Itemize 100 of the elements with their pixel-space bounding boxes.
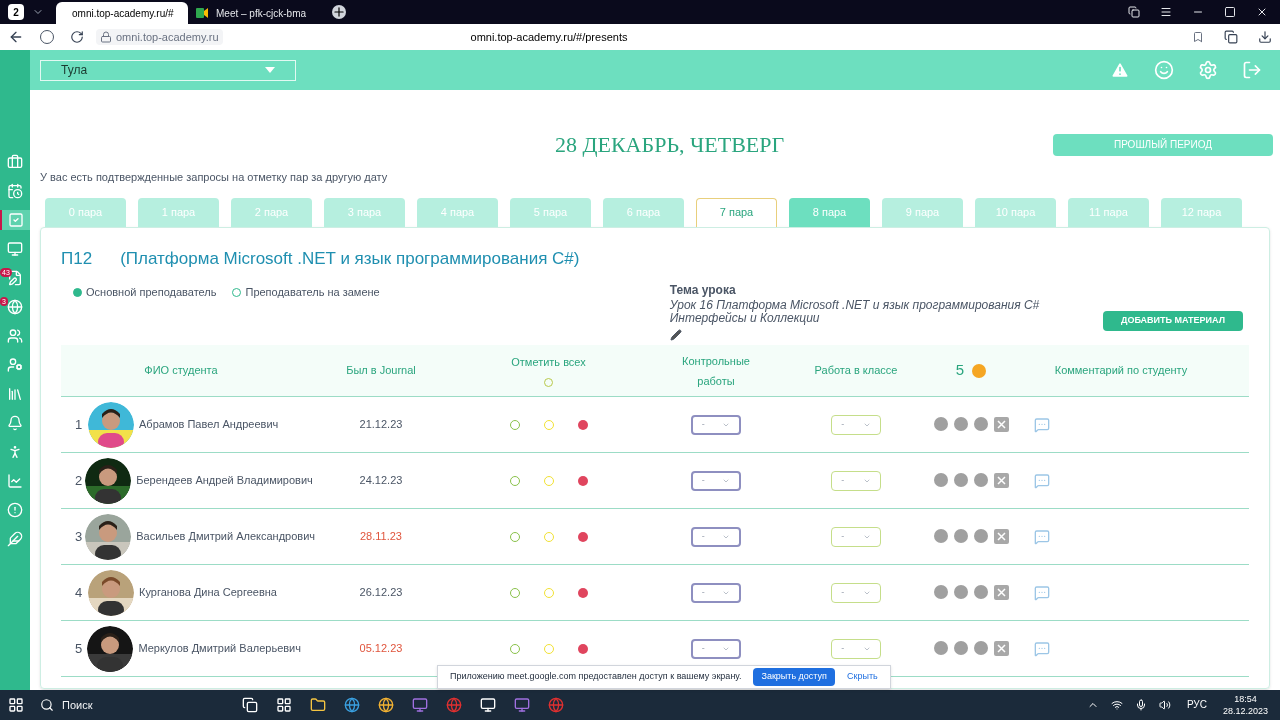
browser-tab[interactable]: omni.top-academy.ru/# xyxy=(56,2,188,24)
test-grade-select[interactable]: - xyxy=(691,414,741,435)
reload-icon[interactable] xyxy=(70,30,84,44)
app-icon[interactable] xyxy=(480,697,497,713)
column-header: Был в Journal xyxy=(345,363,417,379)
browser-icon[interactable] xyxy=(344,697,361,713)
subject-title: (Платформа Microsoft .NET и язык программирования C#) xyxy=(120,247,580,270)
clear-icon[interactable] xyxy=(993,417,1009,432)
smile-icon[interactable] xyxy=(1154,60,1174,80)
absent-radio[interactable] xyxy=(577,419,588,430)
test-grade-select[interactable]: - xyxy=(691,638,741,659)
clear-icon[interactable] xyxy=(993,473,1009,488)
city-select[interactable]: Тула xyxy=(40,59,296,81)
teacher-radio[interactable]: Преподаватель на замене xyxy=(232,284,380,301)
language-indicator[interactable]: РУС xyxy=(1182,698,1211,712)
books-icon xyxy=(7,386,23,402)
download-icon[interactable] xyxy=(1258,30,1272,44)
comment-icon[interactable] xyxy=(1034,472,1050,489)
logout-icon[interactable] xyxy=(1242,60,1262,80)
menu-icon[interactable] xyxy=(1160,6,1172,18)
comment-icon[interactable] xyxy=(1034,640,1050,657)
tabs-icon[interactable] xyxy=(1128,6,1140,18)
browser-icon[interactable] xyxy=(378,697,395,713)
coin-icon[interactable] xyxy=(933,417,948,431)
coin-icon[interactable] xyxy=(973,473,988,487)
network-icon[interactable] xyxy=(1110,699,1123,711)
address-host[interactable]: omni.top-academy.ru xyxy=(96,28,223,46)
coin-icon[interactable] xyxy=(953,473,968,487)
absent-radio[interactable] xyxy=(577,587,588,598)
restore-icon[interactable] xyxy=(1224,6,1236,18)
classwork-grade-select[interactable]: - xyxy=(831,582,881,603)
windows-icon[interactable] xyxy=(8,697,24,713)
folder-icon[interactable] xyxy=(310,697,327,713)
bookmark-icon[interactable] xyxy=(1192,31,1204,43)
microphone-icon[interactable] xyxy=(1134,699,1147,711)
comment-icon[interactable] xyxy=(1034,528,1050,545)
test-grade-select[interactable]: - xyxy=(691,470,741,491)
coin-icon[interactable] xyxy=(953,417,968,431)
absent-radio[interactable] xyxy=(577,475,588,486)
teacher-radio[interactable]: Основной преподаватель xyxy=(73,284,217,301)
coin-icon[interactable] xyxy=(973,529,988,543)
row-number: 4 xyxy=(75,583,84,602)
edit-icon[interactable] xyxy=(669,329,682,341)
coin-icon[interactable] xyxy=(953,641,968,655)
test-grade-select[interactable]: - xyxy=(691,526,741,547)
column-header: 5 xyxy=(955,360,965,381)
column-header: Работа в классе xyxy=(813,363,899,379)
comment-icon[interactable] xyxy=(1034,584,1050,601)
classwork-grade-select[interactable]: - xyxy=(831,414,881,435)
clear-icon[interactable] xyxy=(993,585,1009,600)
browser-icon[interactable] xyxy=(548,697,565,713)
column-header: ФИО студента xyxy=(143,363,219,379)
hide-link[interactable]: Скрыть xyxy=(847,670,878,684)
coin-icon[interactable] xyxy=(933,641,948,655)
coin-icon[interactable] xyxy=(973,417,988,431)
taskbar-search[interactable]: Поиск xyxy=(62,696,93,714)
browser-icon[interactable] xyxy=(446,697,463,713)
tab-counter[interactable]: 2 xyxy=(8,4,24,20)
absent-radio[interactable] xyxy=(577,531,588,542)
comment-icon[interactable] xyxy=(1034,416,1050,433)
lesson-tab[interactable]: 8 пара xyxy=(789,197,870,227)
extension-icon[interactable] xyxy=(1224,30,1238,44)
classwork-grade-select[interactable]: - xyxy=(831,526,881,547)
coin-icon[interactable] xyxy=(933,529,948,543)
clock-date: 28.12.2023 xyxy=(1222,705,1268,717)
coin-icon[interactable] xyxy=(973,585,988,599)
browser-tab[interactable]: Meet – pfk-cjck-bma xyxy=(188,2,320,24)
clear-icon[interactable] xyxy=(993,529,1009,544)
settings-icon[interactable] xyxy=(1198,60,1218,80)
stop-sharing-button[interactable]: Закрыть доступ xyxy=(753,668,835,686)
clear-icon[interactable] xyxy=(993,641,1009,656)
student-name: Меркулов Дмитрий Валерьевич xyxy=(138,641,301,657)
task-view-icon[interactable] xyxy=(242,697,259,713)
calendar-icon xyxy=(7,183,23,199)
lesson-tab[interactable]: 7 пара xyxy=(696,197,777,227)
classwork-grade-select[interactable]: - xyxy=(831,470,881,491)
coin-icon[interactable] xyxy=(933,585,948,599)
new-tab-button[interactable] xyxy=(332,5,346,19)
student-name: Берендеев Андрей Владимирович xyxy=(136,473,313,489)
past-period-button[interactable]: ПРОШЛЫЙ ПЕРИОД xyxy=(1053,133,1273,156)
close-icon[interactable] xyxy=(1256,6,1268,18)
warning-icon[interactable] xyxy=(1110,60,1130,80)
last-visit-date: 21.12.23 xyxy=(358,417,404,433)
back-icon[interactable] xyxy=(8,29,24,45)
classwork-grade-select[interactable]: - xyxy=(831,638,881,659)
sidebar-item[interactable] xyxy=(0,210,30,230)
add-material-button[interactable]: ДОБАВИТЬ МАТЕРИАЛ xyxy=(1103,311,1243,331)
coin-icon xyxy=(972,363,987,378)
store-icon[interactable] xyxy=(276,697,293,713)
coin-icon[interactable] xyxy=(953,529,968,543)
search-icon[interactable] xyxy=(40,698,54,712)
coin-icon[interactable] xyxy=(973,641,988,655)
coin-icon[interactable] xyxy=(933,473,948,487)
volume-icon[interactable] xyxy=(1158,699,1171,711)
feather-icon xyxy=(7,531,23,547)
test-grade-select[interactable]: - xyxy=(691,582,741,603)
date-title: 28 ДЕКАБРЬ, ЧЕТВЕРГ xyxy=(555,131,785,159)
absent-radio[interactable] xyxy=(577,643,588,654)
coin-icon[interactable] xyxy=(953,585,968,599)
bell-icon xyxy=(7,415,23,431)
